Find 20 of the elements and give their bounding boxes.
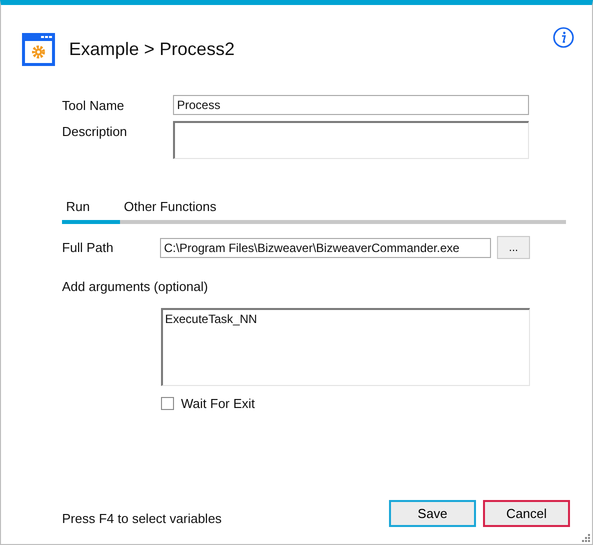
arguments-field[interactable]: ExecuteTask_NN bbox=[161, 308, 530, 386]
cancel-button[interactable]: Cancel bbox=[483, 500, 570, 527]
full-path-field[interactable]: C:\Program Files\Bizweaver\BizweaverCommander.exe bbox=[160, 238, 491, 258]
app-gear-icon bbox=[22, 32, 55, 66]
checkbox[interactable] bbox=[161, 397, 174, 410]
field-label: Tool Name bbox=[62, 97, 126, 113]
hint-text: Press F4 to select variables bbox=[62, 510, 223, 526]
field-label: Description bbox=[62, 123, 128, 139]
browse-button[interactable]: ... bbox=[497, 236, 530, 259]
tab[interactable]: Other Functions bbox=[120, 196, 220, 224]
window-title: Example > Process2 bbox=[69, 38, 235, 60]
description-field[interactable] bbox=[173, 121, 529, 159]
save-button[interactable]: Save bbox=[389, 500, 476, 527]
info-icon[interactable] bbox=[553, 27, 574, 48]
field-label: Full Path bbox=[62, 240, 114, 255]
tool-name-field[interactable]: Process bbox=[173, 95, 529, 115]
checkbox-label: Wait For Exit bbox=[181, 396, 255, 411]
arguments-label: Add arguments (optional) bbox=[62, 279, 209, 294]
tab[interactable]: Run bbox=[62, 196, 120, 224]
resize-grip-icon[interactable] bbox=[581, 533, 590, 542]
